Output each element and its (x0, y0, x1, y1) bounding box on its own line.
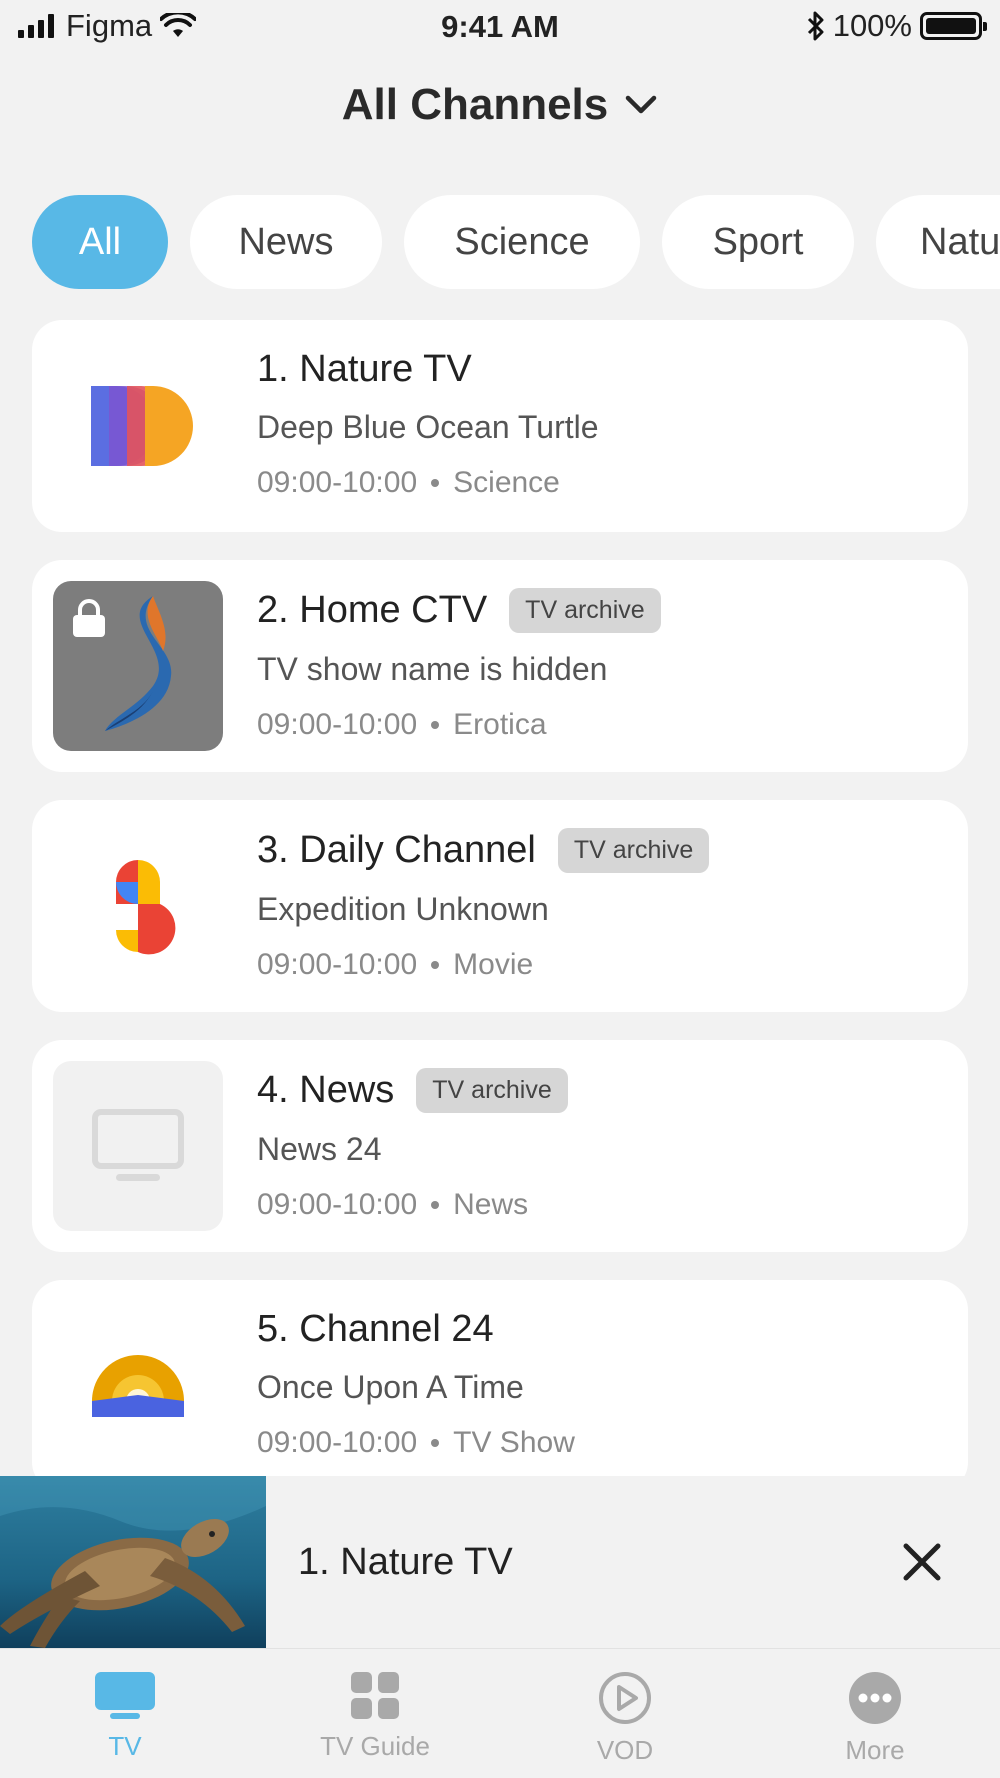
separator-dot (431, 1201, 440, 1209)
turtle-video-thumbnail (0, 1476, 266, 1648)
battery-percent: 100% (832, 8, 912, 43)
status-bar: Figma 9:41 AM 100% (0, 0, 1000, 52)
tab-vod[interactable]: VOD (500, 1649, 750, 1778)
tab-label: TV (108, 1731, 142, 1761)
separator-dot (431, 961, 440, 969)
more-icon (849, 1672, 901, 1724)
channel-title: 4. News (257, 1069, 395, 1111)
channel-title: 5. Channel 24 (257, 1308, 494, 1350)
bottom-tab-bar: TV TV Guide VOD More (0, 1648, 1000, 1778)
battery-icon (920, 12, 987, 40)
tv-archive-badge: TV archive (557, 828, 710, 873)
show-name: Once Upon A Time (257, 1369, 524, 1405)
channel-card[interactable]: 3. Daily Channel TV archive Expedition U… (32, 800, 968, 1012)
separator-dot (431, 721, 440, 729)
show-category: Erotica (453, 708, 547, 741)
channel-info: 4. News TV archive News 24 09:00-10:00 N… (257, 1068, 948, 1222)
status-right: 100% (807, 8, 987, 44)
channel-title: 2. Home CTV (257, 589, 488, 631)
show-name: TV show name is hidden (257, 651, 608, 687)
channel-list: 1. Nature TV Deep Blue Ocean Turtle 09:0… (32, 320, 968, 1520)
channel-title-row: 3. Daily Channel TV archive (257, 828, 948, 873)
show-meta: 09:00-10:00 News (257, 1188, 948, 1222)
channel-title-row: 2. Home CTV TV archive (257, 588, 948, 633)
channel-info: 5. Channel 24 Once Upon A Time 09:00-10:… (257, 1308, 948, 1460)
tab-tv-guide[interactable]: TV Guide (250, 1649, 500, 1778)
tab-more[interactable]: More (750, 1649, 1000, 1778)
channel-card[interactable]: 4. News TV archive News 24 09:00-10:00 N… (32, 1040, 968, 1252)
show-time: 09:00-10:00 (257, 708, 418, 741)
tab-label: More (845, 1735, 905, 1765)
show-time: 09:00-10:00 (257, 948, 418, 981)
nature-tv-logo-icon (91, 386, 193, 466)
show-category: News (453, 1188, 529, 1221)
filter-chip-sport[interactable]: Sport (662, 195, 854, 289)
channel-title: 1. Nature TV (257, 348, 472, 390)
channel-info: 3. Daily Channel TV archive Expedition U… (257, 828, 948, 982)
header: All Channels (0, 80, 1000, 130)
show-category: Science (453, 466, 560, 499)
tv-archive-badge: TV archive (509, 588, 661, 633)
channel-logo (53, 341, 223, 511)
channel-title-row: 4. News TV archive (257, 1068, 948, 1113)
channel-title-row: 1. Nature TV (257, 348, 948, 391)
separator-dot (431, 1439, 440, 1447)
separator-dot (431, 479, 440, 487)
mini-player-title: 1. Nature TV (298, 1540, 513, 1583)
show-category: Movie (453, 948, 534, 981)
filter-chip-science[interactable]: Science (404, 195, 640, 289)
bluetooth-icon (807, 11, 824, 41)
channel-group-selector[interactable]: All Channels (342, 80, 659, 130)
play-circle-icon (599, 1672, 651, 1724)
show-time: 09:00-10:00 (257, 466, 418, 499)
page-title: All Channels (341, 80, 609, 129)
show-category: TV Show (453, 1426, 575, 1459)
chevron-down-icon (626, 95, 657, 114)
channel-card[interactable]: 2. Home CTV TV archive TV show name is h… (32, 560, 968, 772)
filter-chip-nature[interactable]: Natu (876, 195, 1000, 289)
close-icon[interactable] (894, 1534, 950, 1590)
show-name: Deep Blue Ocean Turtle (257, 409, 599, 445)
show-meta: 09:00-10:00 Erotica (257, 708, 948, 742)
daily-channel-logo-icon (116, 860, 176, 955)
show-time: 09:00-10:00 (257, 1188, 418, 1221)
show-meta: 09:00-10:00 Movie (257, 948, 948, 982)
channel-info: 2. Home CTV TV archive TV show name is h… (257, 588, 948, 742)
filter-chip-all[interactable]: All (32, 195, 168, 289)
show-name: News 24 (257, 1131, 382, 1167)
channel-title: 3. Daily Channel (257, 829, 536, 871)
show-time: 09:00-10:00 (257, 1426, 418, 1459)
filter-chip-news[interactable]: News (190, 195, 382, 289)
app-screen: Figma 9:41 AM 100% All Channels All News… (0, 0, 1000, 1778)
tv-archive-badge: TV archive (416, 1068, 568, 1113)
tv-icon (95, 1672, 155, 1719)
channel-24-logo-icon (92, 1355, 184, 1417)
tab-tv[interactable]: TV (0, 1649, 250, 1778)
show-meta: 09:00-10:00 TV Show (257, 1426, 948, 1460)
show-name: Expedition Unknown (257, 891, 549, 927)
mini-player-thumbnail[interactable] (0, 1476, 266, 1648)
grid-icon (351, 1672, 399, 1719)
channel-card[interactable]: 1. Nature TV Deep Blue Ocean Turtle 09:0… (32, 320, 968, 532)
channel-title-row: 5. Channel 24 (257, 1308, 948, 1351)
tab-label: VOD (596, 1735, 654, 1765)
tv-placeholder-icon (92, 1109, 184, 1181)
mini-player[interactable]: 1. Nature TV (0, 1476, 1000, 1648)
channel-logo (53, 581, 223, 751)
lock-icon (73, 599, 105, 637)
channel-logo (53, 1061, 223, 1231)
show-meta: 09:00-10:00 Science (257, 466, 948, 500)
channel-info: 1. Nature TV Deep Blue Ocean Turtle 09:0… (257, 348, 948, 500)
channel-card[interactable]: 5. Channel 24 Once Upon A Time 09:00-10:… (32, 1280, 968, 1492)
category-filter-bar: All News Science Sport Natu (32, 195, 1000, 289)
channel-logo (53, 821, 223, 991)
tab-label: TV Guide (320, 1731, 430, 1761)
channel-logo (53, 1301, 223, 1471)
